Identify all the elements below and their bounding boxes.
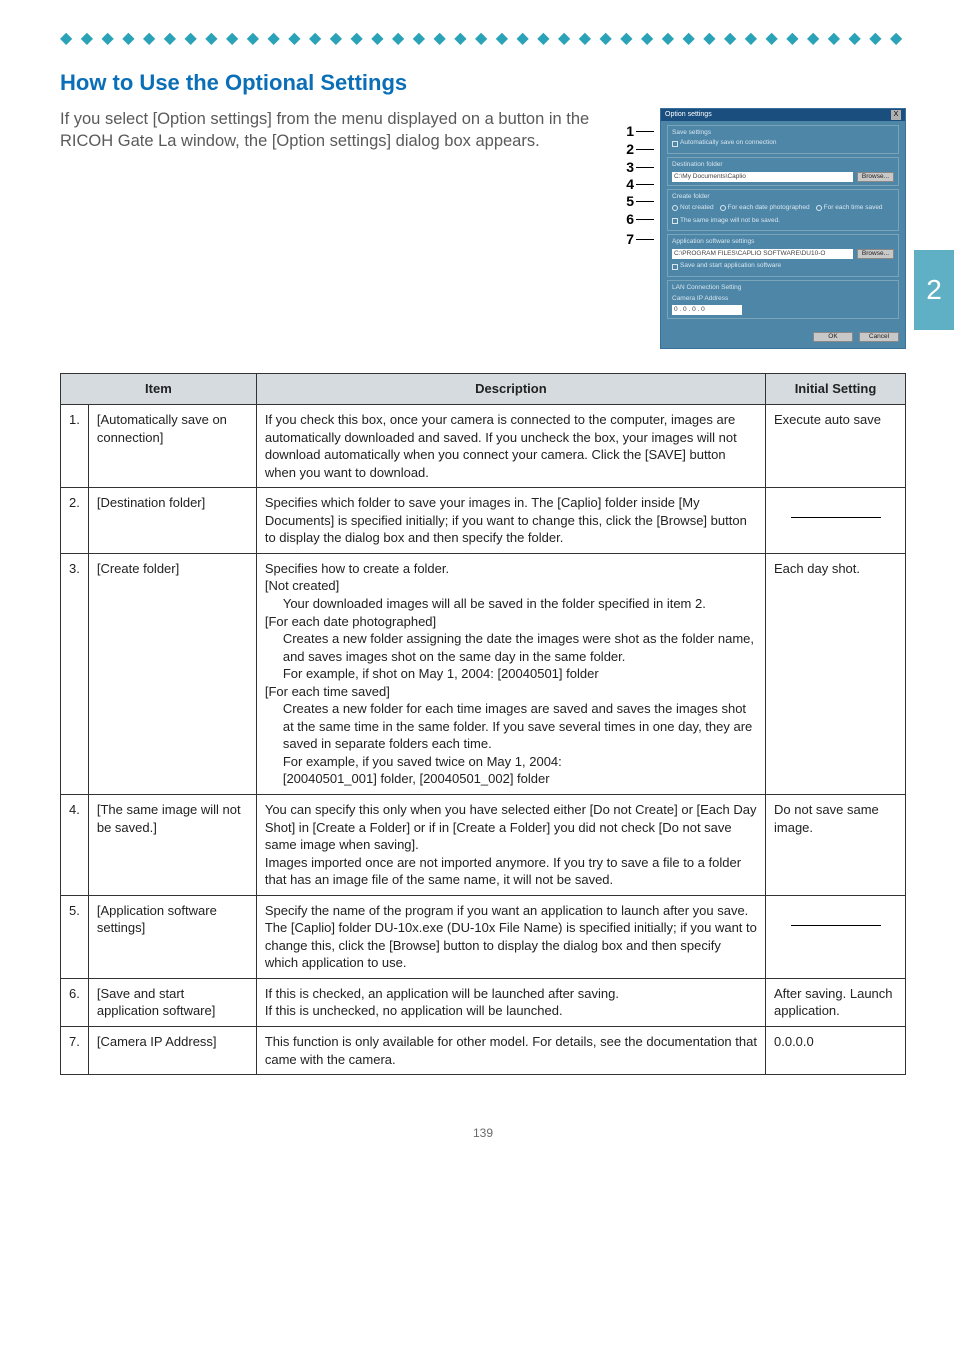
- row-number: 7.: [61, 1026, 89, 1074]
- row-description: If this is checked, an application will …: [256, 978, 765, 1026]
- table-row: 7.[Camera IP Address]This function is on…: [61, 1026, 906, 1074]
- row-initial: Each day shot.: [766, 553, 906, 794]
- dialog-callout-numbers: 1 2 3 4 5 6 7: [626, 108, 654, 250]
- row-number: 4.: [61, 794, 89, 895]
- dialog-titlebar: Option settings X: [661, 109, 905, 121]
- create-folder-label: Create folder: [672, 193, 894, 202]
- dest-browse-button[interactable]: Browse...: [857, 172, 894, 182]
- blank-underline: [791, 504, 881, 518]
- option-settings-dialog: Option settings X Save settings Automati…: [660, 108, 906, 350]
- row-item: [Application software settings]: [88, 895, 256, 978]
- auto-save-checkbox[interactable]: Automatically save on connection: [672, 139, 776, 148]
- row-number: 2.: [61, 488, 89, 554]
- same-image-checkbox[interactable]: The same image will not be saved.: [672, 217, 780, 226]
- row-description: Specifies how to create a folder.[Not cr…: [256, 553, 765, 794]
- dest-folder-field[interactable]: C:\My Documents\Caplio: [672, 172, 853, 182]
- row-description: If you check this box, once your camera …: [256, 405, 765, 488]
- app-settings-label: Application software settings: [672, 238, 894, 247]
- th-description: Description: [256, 374, 765, 405]
- row-item: [Create folder]: [88, 553, 256, 794]
- app-path-field[interactable]: C:\PROGRAM FILES\CAPLIO SOFTWARE\DU10-O: [672, 249, 853, 259]
- ok-button[interactable]: OK: [813, 332, 853, 342]
- section-title: How to Use the Optional Settings: [60, 68, 906, 98]
- intro-paragraph: If you select [Option settings] from the…: [60, 108, 612, 153]
- chapter-tab: 2: [914, 250, 954, 330]
- row-number: 1.: [61, 405, 89, 488]
- table-row: 2.[Destination folder]Specifies which fo…: [61, 488, 906, 554]
- table-row: 5.[Application software settings]Specify…: [61, 895, 906, 978]
- row-number: 3.: [61, 553, 89, 794]
- row-description: Specifies which folder to save your imag…: [256, 488, 765, 554]
- ip-field[interactable]: 0 . 0 . 0 . 0: [672, 305, 742, 315]
- row-initial: 0.0.0.0: [766, 1026, 906, 1074]
- table-row: 6.[Save and start application software]I…: [61, 978, 906, 1026]
- row-item: [The same image will not be saved.]: [88, 794, 256, 895]
- table-row: 1.[Automatically save on connection]If y…: [61, 405, 906, 488]
- row-initial: [766, 488, 906, 554]
- row-initial: After saving. Launch application.: [766, 978, 906, 1026]
- dialog-screenshot: 1 2 3 4 5 6 7 Option settings X Save s: [626, 108, 906, 350]
- ip-sublabel: Camera IP Address: [672, 295, 894, 304]
- page-number: 139: [60, 1125, 906, 1141]
- row-item: [Camera IP Address]: [88, 1026, 256, 1074]
- app-browse-button[interactable]: Browse...: [857, 249, 894, 259]
- radio-not-created[interactable]: Not created: [672, 204, 714, 213]
- table-row: 3.[Create folder]Specifies how to create…: [61, 553, 906, 794]
- th-item: Item: [61, 374, 257, 405]
- row-item: [Save and start application software]: [88, 978, 256, 1026]
- cancel-button[interactable]: Cancel: [859, 332, 899, 342]
- row-item: [Destination folder]: [88, 488, 256, 554]
- close-icon[interactable]: X: [891, 110, 901, 120]
- row-description: Specify the name of the program if you w…: [256, 895, 765, 978]
- save-start-checkbox[interactable]: Save and start application software: [672, 262, 781, 271]
- dest-folder-label: Destination folder: [672, 161, 894, 170]
- row-initial: [766, 895, 906, 978]
- row-item: [Automatically save on connection]: [88, 405, 256, 488]
- lan-label: LAN Connection Setting: [672, 284, 894, 293]
- save-settings-label: Save settings: [672, 129, 894, 138]
- decorative-divider: ◆ ◆ ◆ ◆ ◆ ◆ ◆ ◆ ◆ ◆ ◆ ◆ ◆ ◆ ◆ ◆ ◆ ◆ ◆ ◆ …: [60, 28, 906, 46]
- radio-each-date[interactable]: For each date photographed: [720, 204, 810, 213]
- row-number: 6.: [61, 978, 89, 1026]
- radio-each-time[interactable]: For each time saved: [816, 204, 883, 213]
- row-initial: Do not save same image.: [766, 794, 906, 895]
- blank-underline: [791, 912, 881, 926]
- row-number: 5.: [61, 895, 89, 978]
- dialog-title-text: Option settings: [665, 110, 712, 119]
- row-description: You can specify this only when you have …: [256, 794, 765, 895]
- row-description: This function is only available for othe…: [256, 1026, 765, 1074]
- th-initial: Initial Setting: [766, 374, 906, 405]
- options-table: Item Description Initial Setting 1.[Auto…: [60, 373, 906, 1075]
- table-row: 4.[The same image will not be saved.]You…: [61, 794, 906, 895]
- row-initial: Execute auto save: [766, 405, 906, 488]
